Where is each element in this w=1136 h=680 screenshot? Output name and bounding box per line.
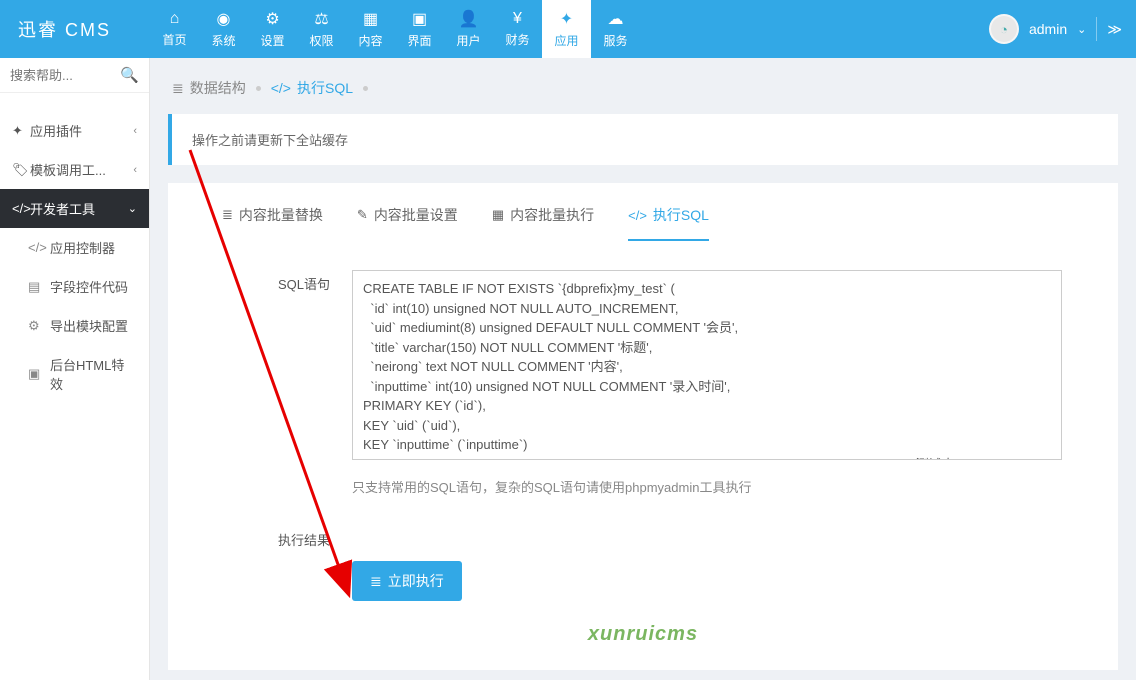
layout-icon: ▣ — [28, 366, 44, 382]
balance-icon: ⚖ — [314, 9, 328, 29]
avatar[interactable]: ◔ — [989, 14, 1019, 44]
divider — [1096, 17, 1097, 41]
yen-icon: ¥ — [513, 10, 522, 28]
topbar: 迅睿 CMS ⌂首页 ◉系统 ⚙设置 ⚖权限 ▦内容 ▣界面 👤用户 ¥财务 ✦… — [0, 0, 1136, 58]
puzzle-icon: ✦ — [12, 123, 30, 139]
tab-batch-replace[interactable]: ≣内容批量替换 — [222, 205, 323, 241]
row-result: 执行结果 — [192, 496, 1094, 549]
sidebar-sub-fieldcode[interactable]: ▤字段控件代码 — [0, 267, 149, 306]
panel: ≣内容批量替换 ✎内容批量设置 ▦内容批量执行 </>执行SQL SQL语句 只… — [168, 183, 1118, 670]
execute-button[interactable]: ≣ 立即执行 — [352, 561, 462, 601]
label-sql: SQL语句 — [192, 270, 352, 496]
search-icon[interactable]: 🔍 — [120, 66, 139, 84]
nav-interface[interactable]: ▣界面 — [395, 0, 444, 58]
list-icon: ≣ — [222, 207, 233, 223]
breadcrumb: ≣数据结构 </>执行SQL — [168, 72, 1118, 114]
code-icon: </> — [271, 80, 291, 96]
alert-refresh-cache: 操作之前请更新下全站缓存 — [168, 114, 1118, 165]
nav-settings[interactable]: ⚙设置 — [248, 0, 297, 58]
nav-user[interactable]: 👤用户 — [444, 0, 493, 58]
sidebar-item-plugins[interactable]: ✦ 应用插件 ‹ — [0, 111, 149, 150]
tab-batch-set[interactable]: ✎内容批量设置 — [357, 205, 458, 241]
content: ≣数据结构 </>执行SQL 操作之前请更新下全站缓存 ≣内容批量替换 ✎内容批… — [150, 58, 1136, 680]
nav-home[interactable]: ⌂首页 — [150, 0, 199, 58]
sidebar-item-devtools[interactable]: </> 开发者工具 ⌄ — [0, 189, 149, 228]
user-icon: 👤 — [459, 9, 479, 29]
sidebar-search[interactable]: 🔍 — [0, 58, 149, 93]
sidebar-sub-controller[interactable]: </>应用控制器 — [0, 228, 149, 267]
nav-system[interactable]: ◉系统 — [199, 0, 248, 58]
sidebar: 🔍 ✦ 应用插件 ‹ 🏷 模板调用工... ‹ </> 开发者工具 ⌄ </>应… — [0, 58, 150, 680]
chevron-left-icon: ‹ — [133, 125, 137, 137]
sql-hint: 只支持常用的SQL语句，复杂的SQL语句请使用phpmyadmin工具执行 — [352, 477, 1094, 496]
chevron-down-icon: ⌄ — [128, 202, 137, 215]
sidebar-item-template[interactable]: 🏷 模板调用工... ‹ — [0, 150, 149, 189]
tabs: ≣内容批量替换 ✎内容批量设置 ▦内容批量执行 </>执行SQL — [192, 183, 1094, 242]
nav-content[interactable]: ▦内容 — [346, 0, 395, 58]
tag-icon: 🏷 — [12, 162, 30, 178]
home-icon: ⌂ — [170, 10, 180, 28]
code-icon: </> — [628, 208, 647, 223]
database-icon: ≣ — [172, 80, 184, 97]
expand-icon[interactable]: ≫ — [1107, 21, 1122, 38]
edit-icon: ✎ — [357, 207, 368, 223]
row-sql: SQL语句 只支持常用的SQL语句，复杂的SQL语句请使用phpmyadmin工… — [192, 242, 1094, 496]
search-input[interactable] — [10, 68, 120, 83]
breadcrumb-execute-sql[interactable]: </>执行SQL — [271, 78, 353, 98]
grid-icon: ▦ — [363, 9, 378, 29]
breadcrumb-data-structure[interactable]: ≣数据结构 — [172, 78, 246, 98]
dot-icon — [363, 86, 368, 91]
sidebar-sub-htmlfx[interactable]: ▣后台HTML特效 — [0, 345, 149, 403]
code-icon: </> — [12, 201, 30, 216]
label-result: 执行结果 — [192, 526, 352, 549]
nav-service[interactable]: ☁服务 — [591, 0, 640, 58]
layout-icon: ▣ — [412, 9, 427, 29]
username[interactable]: admin — [1029, 21, 1067, 37]
watermark: xunruicms — [192, 623, 1094, 646]
sidebar-sub-export[interactable]: ⚙导出模块配置 — [0, 306, 149, 345]
sql-textarea[interactable] — [352, 270, 1062, 460]
dot-icon — [256, 86, 261, 91]
topnav: ⌂首页 ◉系统 ⚙设置 ⚖权限 ▦内容 ▣界面 👤用户 ¥财务 ✦应用 ☁服务 — [150, 0, 640, 58]
nav-app[interactable]: ✦应用 — [542, 0, 591, 58]
gears-icon: ⚙ — [265, 9, 279, 29]
globe-icon: ◉ — [217, 9, 231, 29]
nav-permission[interactable]: ⚖权限 — [297, 0, 346, 58]
logo: 迅睿 CMS — [0, 0, 150, 58]
chevron-left-icon: ‹ — [133, 164, 137, 176]
code-icon: </> — [28, 240, 44, 255]
puzzle-icon: ✦ — [560, 9, 573, 29]
tab-batch-exec[interactable]: ▦内容批量执行 — [492, 205, 594, 241]
tab-execute-sql[interactable]: </>执行SQL — [628, 205, 709, 241]
gear-icon: ⚙ — [28, 318, 44, 334]
database-icon: ≣ — [370, 573, 382, 590]
top-right: ◔ admin ⌄ ≫ — [989, 0, 1136, 58]
cloud-icon: ☁ — [608, 9, 624, 29]
table-icon: ▤ — [28, 279, 44, 295]
chevron-down-icon[interactable]: ⌄ — [1077, 23, 1086, 36]
grid-icon: ▦ — [492, 207, 504, 223]
nav-finance[interactable]: ¥财务 — [493, 0, 542, 58]
